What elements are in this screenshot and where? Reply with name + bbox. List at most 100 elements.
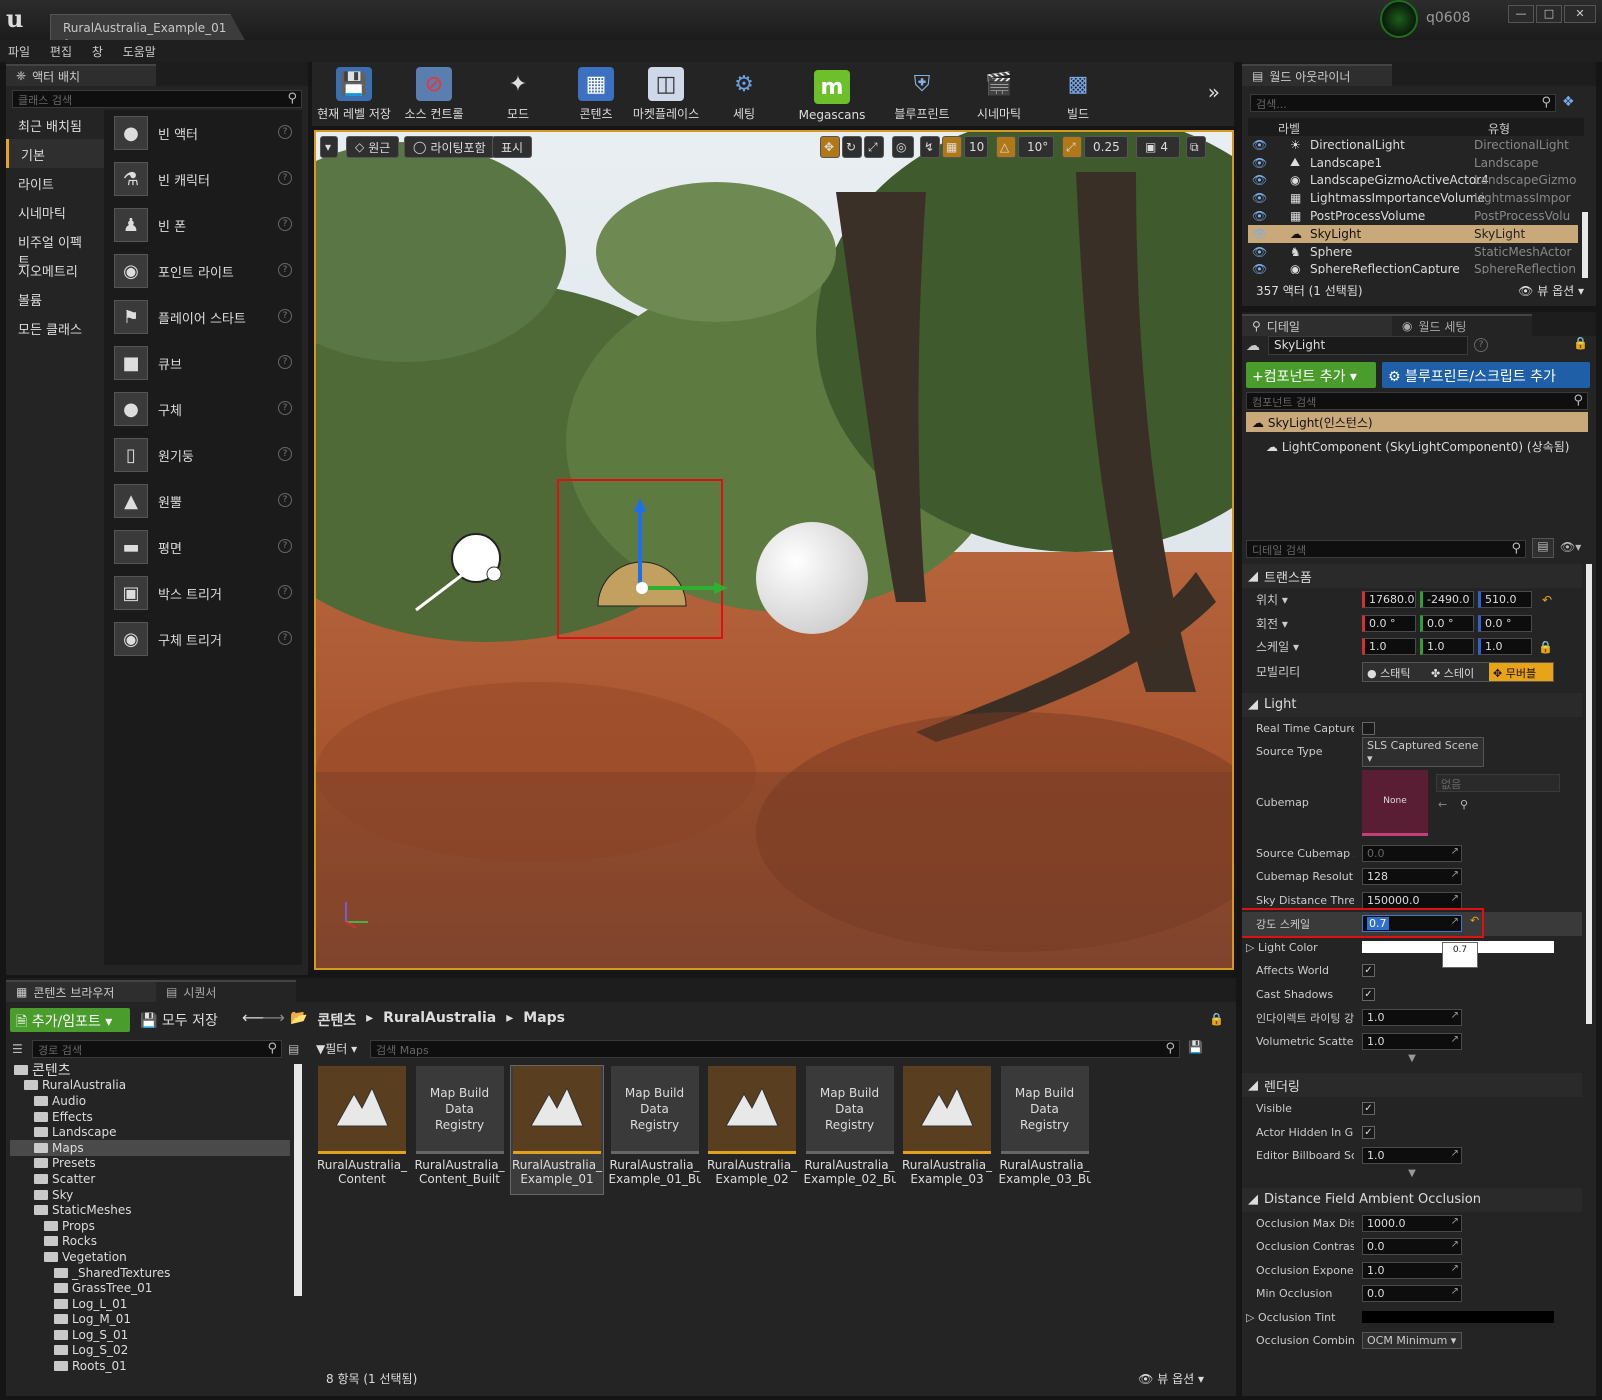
billboard-scale-field[interactable]: 1.0 ↗ [1362,1147,1462,1165]
rotation-x-field[interactable]: 0.0 ° [1362,614,1416,632]
folder-tree-item[interactable]: Maps [10,1139,290,1156]
occlusion-combine-dropdown[interactable]: OCM Minimum ▾ [1362,1332,1462,1350]
translate-tool-button[interactable]: ✥ [820,136,840,158]
outliner-row[interactable]: 👁 ♞ Sphere StaticMeshActor [1248,243,1578,261]
outliner-row[interactable]: 👁 ☀ DirectionalLight DirectionalLight [1248,136,1578,154]
level-tab[interactable]: RuralAustralia_Example_01 • [50,14,246,42]
visibility-eye-icon[interactable]: 👁 [1252,138,1267,152]
rotation-y-field[interactable]: 0.0 ° [1420,614,1474,632]
cast-shadows-checkbox[interactable]: ✓ [1362,987,1375,1001]
place-item-plane[interactable]: ▬ 평면? [104,524,302,570]
category-lights[interactable]: 라이트 [6,168,104,197]
scale-snap-value[interactable]: 0.25 [1084,136,1128,158]
save-level-button[interactable]: 💾 현재 레벨 저장 [316,62,392,126]
tab-sequencer[interactable]: ▤ 시퀀서 [156,980,296,1002]
cinematics-button[interactable]: 🎬 시네마틱 [964,62,1034,126]
tab-world-settings[interactable]: ◉ 월드 세팅 [1392,314,1532,336]
rotation-snap-value[interactable]: 10° [1018,136,1054,158]
place-item-sphere-trigger[interactable]: ◉ 구체 트리거? [104,616,302,662]
visibility-eye-icon[interactable]: 👁 [1252,173,1267,187]
help-icon[interactable]: ? [278,309,292,323]
visibility-eye-icon[interactable]: 👁 [1252,191,1267,205]
sources-toggle-icon[interactable]: ☰ [12,1042,23,1056]
visible-checkbox[interactable]: ✓ [1362,1102,1375,1116]
min-occlusion-field[interactable]: 0.0 ↗ [1362,1285,1462,1303]
maximize-button[interactable]: □ [1536,5,1562,23]
visibility-eye-icon[interactable]: 👁 [1252,209,1267,223]
surface-snap-button[interactable]: ↯ [920,136,940,158]
map-asset-tile[interactable]: RuralAustralia_ Example_01 [510,1065,604,1195]
rotation-snap-toggle[interactable]: △ [996,136,1016,158]
help-icon[interactable]: ? [278,493,292,507]
detail-search-input[interactable]: 디테일 검색 ⚲ [1246,540,1526,558]
browse-search-icon[interactable]: ⚲ [1460,798,1468,811]
map-asset-tile[interactable]: RuralAustralia_ Content [316,1066,408,1194]
breadcrumb-ruralaustralia[interactable]: RuralAustralia [383,1010,496,1030]
hidden-in-game-checkbox[interactable]: ✓ [1362,1125,1375,1139]
folder-tree-item[interactable]: Log_M_01 [10,1312,290,1328]
folder-tree-item[interactable]: 콘텐츠 [10,1062,290,1079]
toolbar-overflow-icon[interactable]: » [1208,80,1220,104]
user-area[interactable]: q0608 [1380,0,1500,38]
blueprints-button[interactable]: ⛨ 블루프린트 [886,62,958,126]
rendering-section-header[interactable]: ◢ 렌더링 [1242,1073,1582,1097]
forward-arrow-icon[interactable]: ⟶ [262,1008,285,1027]
place-item-cone[interactable]: ▲ 원뿔? [104,478,302,524]
grid-snap-toggle[interactable]: ▦ [942,136,962,158]
help-icon[interactable]: ? [1474,338,1488,352]
filter-button[interactable]: ▼필터 ▾ [316,1040,357,1057]
camera-speed-button[interactable]: ▣ 4 [1136,136,1180,158]
folder-tree-item[interactable]: Landscape [10,1124,290,1140]
map-asset-tile[interactable]: RuralAustralia_ Example_03 [901,1066,993,1194]
path-view-options-icon[interactable]: ▤ [288,1042,299,1056]
show-button[interactable]: 표시 [492,136,533,158]
tab-world-outliner[interactable]: ▤ 월드 아웃라이너 [1242,64,1392,86]
place-item-player-start[interactable]: ⚑ 플레이어 스타트? [104,294,302,340]
help-icon[interactable]: ? [278,401,292,415]
level-viewport[interactable]: ▾ ◇ 원근 ◯ 라이팅포함 표시 ✥ ↻ ⤢ ◎ ↯ ▦ 10 △ 10° ⤢ 0… [314,130,1234,970]
folder-tree-item[interactable]: Vegetation [10,1249,290,1265]
world-local-button[interactable]: ◎ [892,136,914,158]
viewport-options-button[interactable]: ▾ [320,136,338,158]
tab-details[interactable]: ⚲ 디테일 [1242,314,1392,336]
place-item-empty-actor[interactable]: ● 빈 액터? [104,110,302,156]
help-icon[interactable]: ? [278,263,292,277]
folder-tree-item[interactable]: GrassTree_01 [10,1280,290,1296]
affects-world-checkbox[interactable]: ✓ [1362,964,1375,978]
location-x-field[interactable]: 17680.0 [1362,591,1416,609]
place-item-empty-pawn[interactable]: ♟ 빈 폰? [104,202,302,248]
maximize-viewport-button[interactable]: ⧉ [1186,136,1206,158]
lock-icon[interactable]: 🔒 [1573,336,1588,350]
breadcrumb-content[interactable]: 콘텐츠 [317,1010,356,1030]
dfao-section-header[interactable]: ◢ Distance Field Ambient Occlusion [1242,1187,1582,1212]
build-data-asset-tile[interactable]: Map Build Data Registry RuralAustralia_ C… [414,1066,506,1194]
save-search-icon[interactable]: 💾 [1188,1040,1203,1054]
reset-arrow-icon[interactable]: ↶ [1470,914,1479,927]
build-data-asset-tile[interactable]: Map Build Data Registry RuralAustralia_ E… [804,1066,896,1194]
grid-snap-value[interactable]: 10 [964,136,988,158]
eye-icon[interactable]: 👁▾ [1560,540,1581,554]
place-item-empty-character[interactable]: ⚗ 빈 캐릭터? [104,156,302,202]
minimize-button[interactable]: — [1508,5,1534,23]
cubemap-thumbnail[interactable]: None [1362,769,1428,836]
place-item-box-trigger[interactable]: ▣ 박스 트리거? [104,570,302,616]
outliner-row[interactable]: 👁 ◉ LandscapeGizmoActiveActor4 LandscapeGiz… [1248,172,1578,190]
outliner-search-input[interactable]: 검색... ⚲ [1250,94,1556,112]
folder-tree-item[interactable]: StaticMeshes [10,1202,290,1218]
expand-advanced-icon[interactable]: ▼ [1242,1053,1582,1067]
tree-scrollbar[interactable] [294,1064,302,1296]
tab-content-browser[interactable]: ▦ 콘텐츠 브라우저 [6,980,156,1002]
transform-section-header[interactable]: ◢ 트랜스폼 [1242,564,1582,588]
outliner-row[interactable]: 👁 ▦ LightmassImportanceVolume LightmassImpo… [1248,189,1578,207]
use-selected-arrow-icon[interactable]: ← [1438,798,1447,811]
property-matrix-icon[interactable]: ▤ [1532,538,1554,558]
occlusion-exponent-field[interactable]: 1.0 ↗ [1362,1261,1462,1279]
scale-tool-button[interactable]: ⤢ [864,136,884,158]
menu-help[interactable]: 도움말 [115,40,164,63]
content-button[interactable]: ▦ 콘텐츠 [568,62,624,126]
location-z-field[interactable]: 510.0 [1478,591,1532,609]
outliner-scrollbar[interactable] [1582,212,1588,278]
class-search-input[interactable]: 클래스 검색 ⚲ [12,90,302,108]
folder-tree-item[interactable]: Presets [10,1156,290,1172]
component-instance-row[interactable]: ☁ SkyLight(인스턴스) [1246,412,1588,432]
